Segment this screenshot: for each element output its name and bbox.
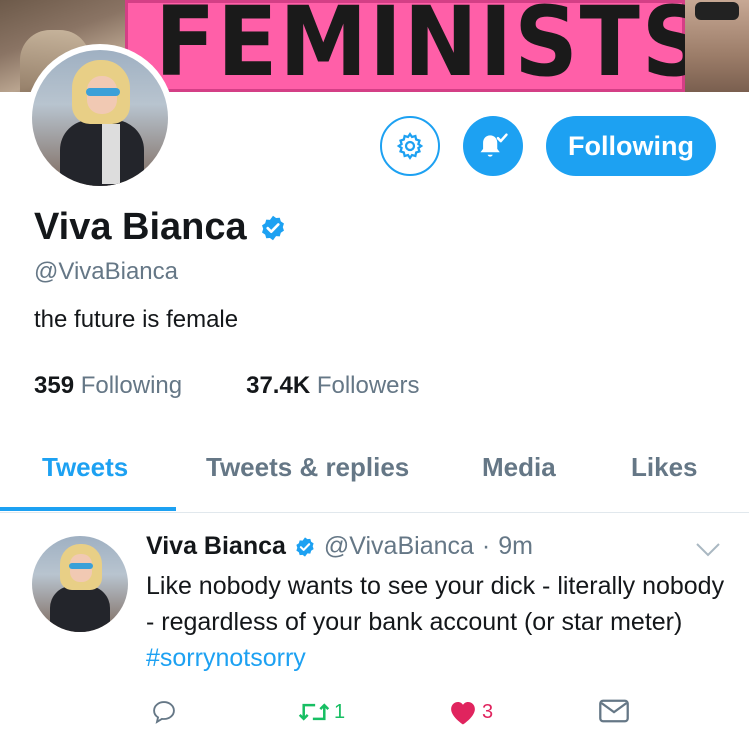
tweet-body: Like nobody wants to see your dick - lit… bbox=[146, 572, 725, 636]
tweet-author-handle: @VivaBianca bbox=[323, 532, 474, 560]
avatar-photo bbox=[32, 50, 168, 186]
retweet-count: 1 bbox=[334, 700, 346, 723]
notifications-button[interactable] bbox=[463, 116, 523, 176]
profile-stats: 359 Following 37.4K Followers bbox=[34, 372, 420, 400]
tweet-actions: 1 3 bbox=[0, 698, 749, 728]
profile-handle: @VivaBianca bbox=[34, 258, 178, 285]
reply-icon bbox=[153, 701, 175, 724]
following-label: Following bbox=[80, 372, 183, 399]
gear-icon bbox=[396, 132, 424, 160]
banner-sign: FEMINISTS bbox=[125, 0, 705, 92]
bell-check-icon bbox=[480, 133, 508, 157]
tab-likes[interactable]: Likes bbox=[631, 452, 698, 483]
direct-message-button[interactable] bbox=[598, 698, 630, 724]
active-tab-indicator bbox=[0, 507, 176, 511]
following-count: 359 bbox=[34, 372, 75, 399]
tweet-time: 9m bbox=[498, 532, 533, 560]
tweet-hashtag[interactable]: #sorrynotsorry bbox=[146, 644, 306, 672]
banner-sign-text: FEMINISTS bbox=[155, 0, 708, 92]
chevron-down-icon[interactable] bbox=[695, 542, 721, 558]
tab-tweets[interactable]: Tweets bbox=[42, 452, 128, 483]
followers-stat[interactable]: 37.4K Followers bbox=[246, 372, 419, 400]
tweet-avatar[interactable] bbox=[32, 536, 128, 632]
profile-bio: the future is female bbox=[34, 306, 239, 333]
profile-tabs: Tweets Tweets & replies Media Likes bbox=[0, 440, 749, 513]
heart-icon bbox=[451, 702, 475, 725]
followers-label: Followers bbox=[316, 372, 420, 399]
following-button[interactable]: Following bbox=[546, 116, 716, 176]
tab-tweets-replies[interactable]: Tweets & replies bbox=[206, 452, 409, 483]
verified-badge-icon bbox=[296, 536, 314, 557]
like-button[interactable]: 3 bbox=[448, 698, 493, 726]
profile-avatar[interactable] bbox=[26, 44, 174, 192]
envelope-icon bbox=[599, 699, 629, 723]
tab-media[interactable]: Media bbox=[482, 452, 556, 483]
profile-name: Viva Bianca bbox=[34, 206, 247, 248]
followers-count: 37.4K bbox=[246, 372, 311, 399]
tweet-separator: · bbox=[481, 532, 491, 560]
tweet-author-name[interactable]: Viva Bianca bbox=[146, 532, 286, 561]
tweet-text: Like nobody wants to see your dick - lit… bbox=[146, 568, 726, 676]
banner-person-right bbox=[685, 0, 749, 92]
reply-button[interactable] bbox=[150, 698, 178, 726]
tweet-header: Viva Bianca @VivaBianca · 9m bbox=[146, 532, 533, 561]
retweet-button[interactable]: 1 bbox=[298, 698, 345, 726]
following-stat[interactable]: 359 Following bbox=[34, 372, 182, 400]
retweet-icon bbox=[298, 703, 330, 721]
like-count: 3 bbox=[482, 700, 494, 723]
verified-badge-icon bbox=[261, 215, 284, 240]
profile-name-row: Viva Bianca bbox=[34, 206, 287, 249]
settings-button[interactable] bbox=[380, 116, 440, 176]
